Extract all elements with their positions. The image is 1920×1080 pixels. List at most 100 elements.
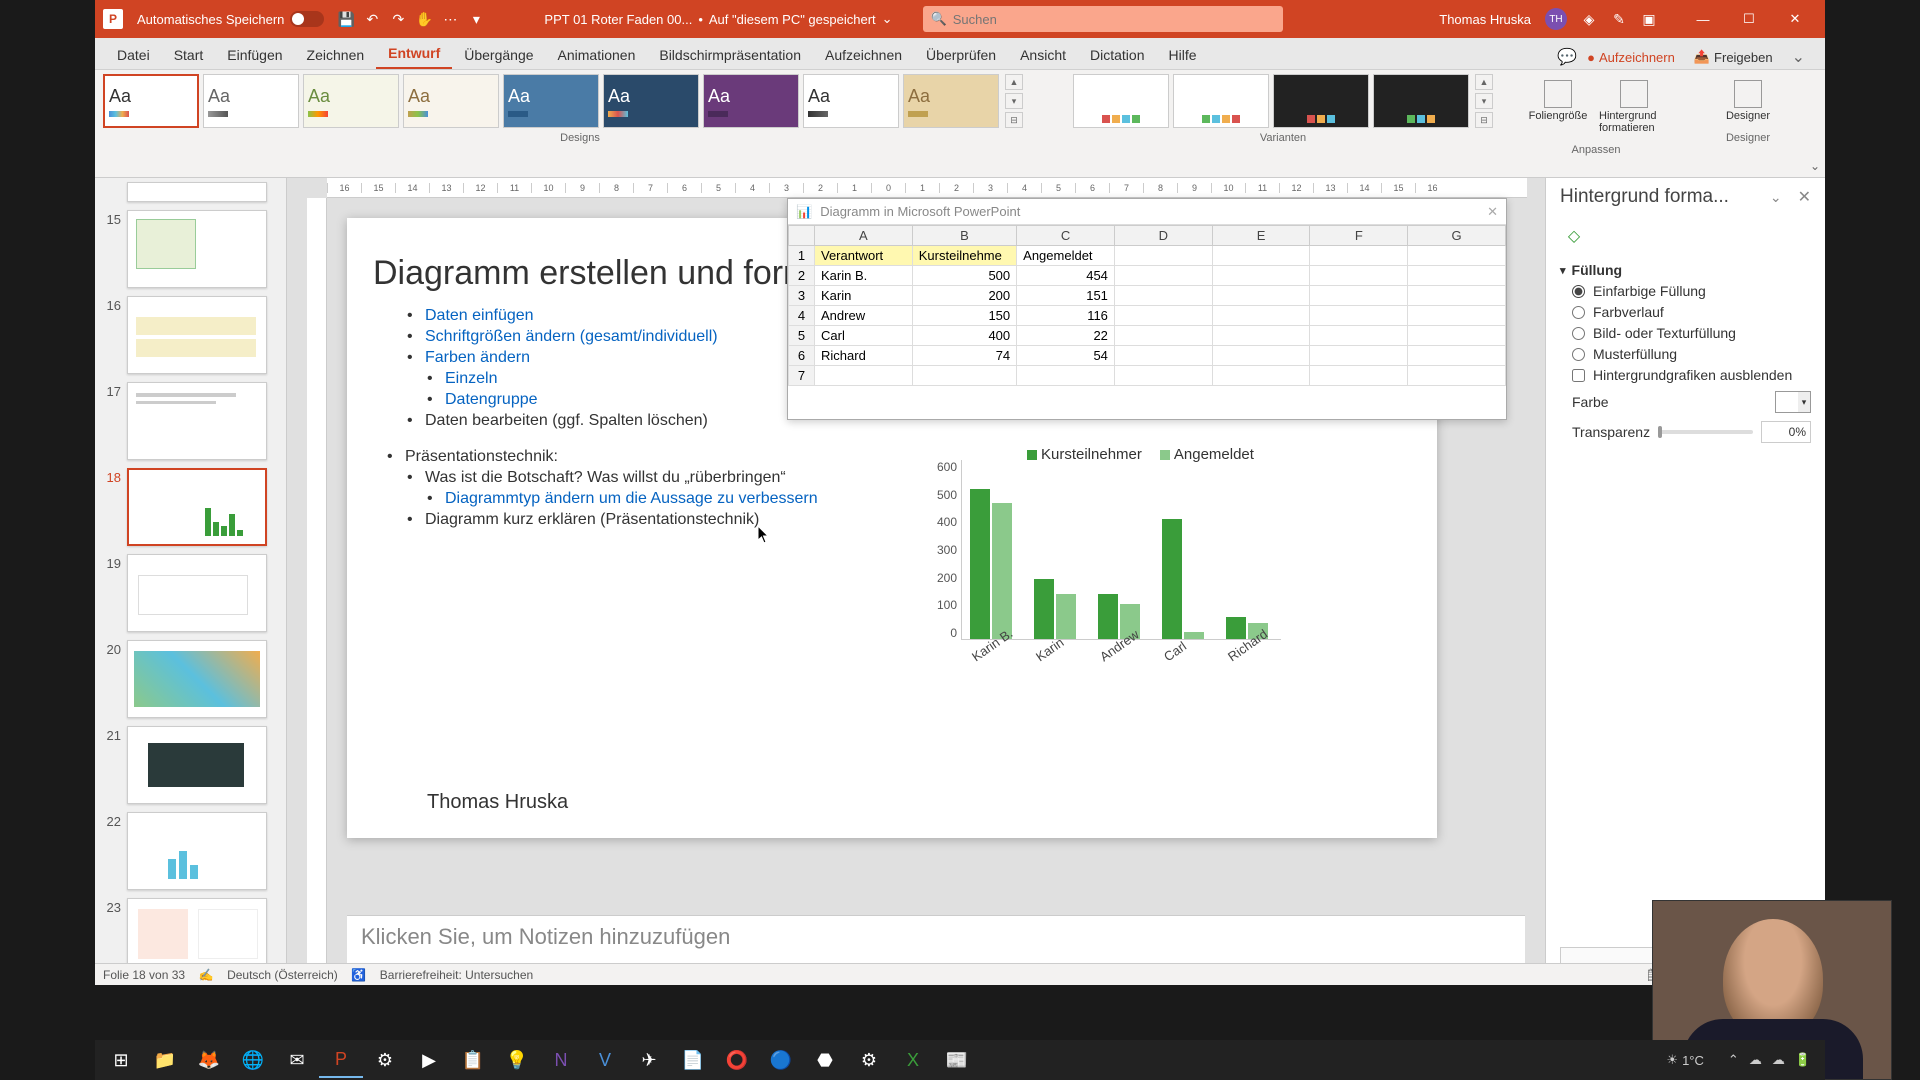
chart-datasheet-window[interactable]: 📊 Diagramm in Microsoft PowerPoint ✕ ABC…: [787, 198, 1507, 420]
search-input[interactable]: [953, 12, 1275, 27]
slide-canvas[interactable]: 1615141312111098765432101234567891011121…: [287, 178, 1545, 985]
theme-thumb-3[interactable]: Aa: [303, 74, 399, 128]
document-title[interactable]: PPT 01 Roter Faden 00... • Auf "diesem P…: [544, 11, 892, 27]
accessibility-status[interactable]: Barrierefreiheit: Untersuchen: [380, 968, 533, 982]
theme-thumb-7[interactable]: Aa: [703, 74, 799, 128]
theme-thumb-9[interactable]: Aa: [903, 74, 999, 128]
datasheet-grid[interactable]: ABC DEFG 1VerantwortKursteilnehmeAngemel…: [788, 225, 1506, 386]
slide-thumb-16[interactable]: [127, 296, 267, 374]
settings-icon[interactable]: ⚙: [847, 1042, 891, 1078]
pattern-fill-radio[interactable]: Musterfüllung: [1572, 346, 1811, 362]
vlc-icon[interactable]: ▶: [407, 1042, 451, 1078]
transparency-value[interactable]: 0%: [1761, 421, 1811, 443]
collapse-ribbon-icon[interactable]: ⌄: [1805, 70, 1825, 177]
picture-fill-radio[interactable]: Bild- oder Texturfüllung: [1572, 325, 1811, 341]
app-icon-5[interactable]: 📄: [671, 1042, 715, 1078]
telegram-icon[interactable]: ✈: [627, 1042, 671, 1078]
transparency-slider[interactable]: [1658, 430, 1753, 434]
tray-battery-icon[interactable]: 🔋: [1795, 1052, 1811, 1068]
share-button[interactable]: 📤Freigeben: [1685, 45, 1782, 69]
tab-zeichnen[interactable]: Zeichnen: [295, 41, 377, 69]
diamond-icon[interactable]: ◈: [1581, 11, 1597, 27]
close-button[interactable]: ✕: [1773, 4, 1817, 34]
theme-thumb-6[interactable]: Aa: [603, 74, 699, 128]
comments-icon[interactable]: 💬: [1557, 47, 1577, 67]
tab-start[interactable]: Start: [162, 41, 216, 69]
chevron-down-icon[interactable]: ⌄: [882, 11, 893, 27]
user-name[interactable]: Thomas Hruska: [1439, 12, 1531, 27]
slide-thumb-18[interactable]: [127, 468, 267, 546]
theme-thumb-8[interactable]: Aa: [803, 74, 899, 128]
slide-thumb-19[interactable]: [127, 554, 267, 632]
slide-thumb-22[interactable]: [127, 812, 267, 890]
user-avatar[interactable]: TH: [1545, 8, 1567, 30]
tab-ansicht[interactable]: Ansicht: [1008, 41, 1078, 69]
gradient-fill-radio[interactable]: Farbverlauf: [1572, 304, 1811, 320]
slide-title[interactable]: Diagramm erstellen und formati: [373, 254, 847, 293]
tab-aufzeichnen[interactable]: Aufzeichnen: [813, 41, 914, 69]
tab-datei[interactable]: Datei: [105, 41, 162, 69]
slide-counter[interactable]: Folie 18 von 33: [103, 968, 185, 982]
theme-thumb-2[interactable]: Aa: [203, 74, 299, 128]
tab-entwurf[interactable]: Entwurf: [376, 39, 452, 69]
powerpoint-icon[interactable]: P: [319, 1042, 363, 1078]
notes-area[interactable]: Klicken Sie, um Notizen hinzuzufügen: [347, 915, 1525, 963]
spellcheck-icon[interactable]: ✍: [199, 968, 213, 982]
save-icon[interactable]: 💾: [338, 11, 354, 27]
more-icon[interactable]: ⋯: [442, 11, 458, 27]
tab-uebergaenge[interactable]: Übergänge: [452, 41, 545, 69]
redo-icon[interactable]: ↷: [390, 11, 406, 27]
maximize-button[interactable]: ☐: [1727, 4, 1771, 34]
start-button[interactable]: ⊞: [99, 1042, 143, 1078]
app-icon-6[interactable]: 🔵: [759, 1042, 803, 1078]
slide-thumb-20[interactable]: [127, 640, 267, 718]
tab-animationen[interactable]: Animationen: [546, 41, 648, 69]
slide-thumb-15[interactable]: [127, 210, 267, 288]
chart[interactable]: Kursteilnehmer Angemeldet 60050040030020…: [907, 446, 1297, 706]
search-box[interactable]: 🔍: [923, 6, 1283, 32]
record-button[interactable]: Aufzeichnern: [1587, 50, 1675, 65]
undo-icon[interactable]: ↶: [364, 11, 380, 27]
theme-thumb-4[interactable]: Aa: [403, 74, 499, 128]
tab-einfuegen[interactable]: Einfügen: [215, 41, 294, 69]
variant-3[interactable]: [1273, 74, 1369, 128]
outlook-icon[interactable]: ✉: [275, 1042, 319, 1078]
tab-bildschirm[interactable]: Bildschirmpräsentation: [647, 41, 813, 69]
toggle-switch[interactable]: [290, 11, 324, 27]
explorer-icon[interactable]: 📁: [143, 1042, 187, 1078]
app-icon-2[interactable]: 📋: [451, 1042, 495, 1078]
variant-4[interactable]: [1373, 74, 1469, 128]
autosave-toggle[interactable]: Automatisches Speichern: [137, 11, 324, 27]
theme-thumb-5[interactable]: Aa: [503, 74, 599, 128]
hide-bg-check[interactable]: Hintergrundgrafiken ausblenden: [1572, 367, 1811, 383]
tab-hilfe[interactable]: Hilfe: [1156, 41, 1208, 69]
minimize-button[interactable]: —: [1681, 4, 1725, 34]
format-background-button[interactable]: Hintergrund formatieren: [1599, 80, 1669, 134]
tray-onedrive-icon[interactable]: ☁: [1772, 1052, 1785, 1068]
language-indicator[interactable]: Deutsch (Österreich): [227, 968, 338, 982]
slide-thumb-21[interactable]: [127, 726, 267, 804]
accessibility-icon[interactable]: ♿: [352, 968, 366, 982]
chrome-icon[interactable]: 🌐: [231, 1042, 275, 1078]
pane-dropdown-icon[interactable]: ⌄: [1770, 189, 1782, 206]
app-icon-3[interactable]: 💡: [495, 1042, 539, 1078]
theme-thumb-1[interactable]: Aa: [103, 74, 199, 128]
solid-fill-radio[interactable]: Einfarbige Füllung: [1572, 283, 1811, 299]
window-icon[interactable]: ▣: [1641, 11, 1657, 27]
fill-tab-icon[interactable]: ◇: [1560, 222, 1588, 250]
touch-icon[interactable]: ✋: [416, 11, 432, 27]
ribbon-chevron-icon[interactable]: ⌄: [1792, 47, 1805, 67]
app-icon-8[interactable]: 📰: [935, 1042, 979, 1078]
slide-thumbnail-panel[interactable]: 15 16 17 18 19 20 21 22 23 24: [95, 178, 287, 985]
slide-size-button[interactable]: Foliengröße: [1523, 80, 1593, 134]
theme-gallery-spinner[interactable]: ▲▾⊟: [1005, 74, 1023, 128]
designer-button[interactable]: Designer: [1713, 80, 1783, 122]
weather-widget[interactable]: ☀1°C: [1666, 1052, 1703, 1068]
tray-cloud-icon[interactable]: ☁: [1749, 1052, 1762, 1068]
tab-dictation[interactable]: Dictation: [1078, 41, 1156, 69]
excel-icon[interactable]: X: [891, 1042, 935, 1078]
pen-icon[interactable]: ✎: [1611, 11, 1627, 27]
qat-dropdown-icon[interactable]: ▾: [468, 11, 484, 27]
fill-section[interactable]: Füllung: [1560, 262, 1811, 278]
tray-chevron-icon[interactable]: ⌃: [1728, 1052, 1739, 1068]
